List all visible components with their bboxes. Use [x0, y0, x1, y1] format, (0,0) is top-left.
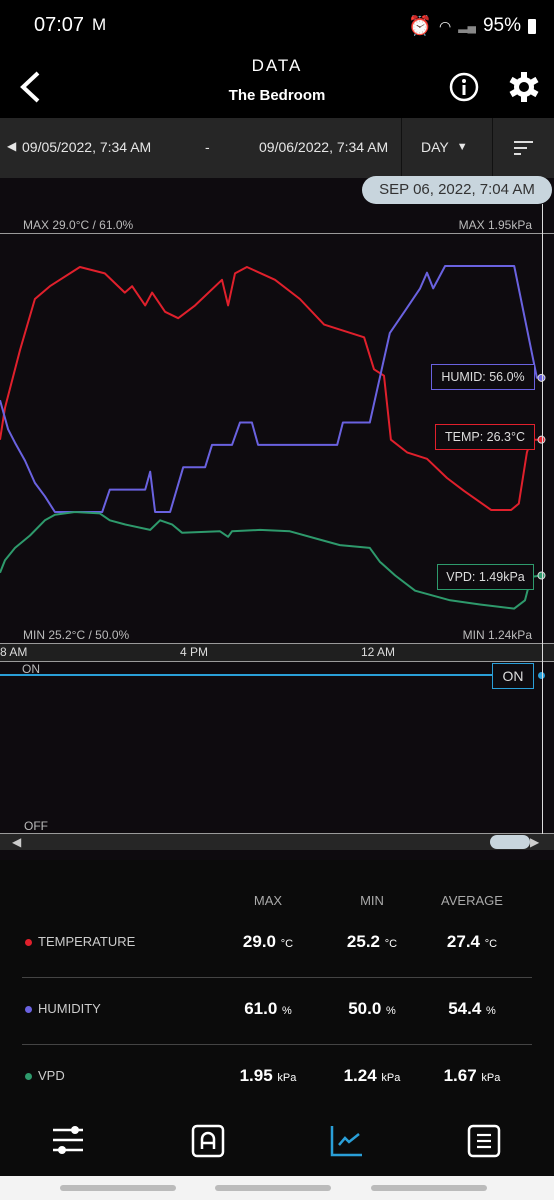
metric-name: VPD: [38, 1068, 65, 1083]
unit: %: [282, 1005, 292, 1017]
humidity-value-tag: HUMID: 56.0%: [431, 364, 535, 390]
unit: kPa: [381, 1072, 401, 1084]
row-divider: [22, 977, 532, 978]
info-icon[interactable]: [448, 71, 480, 103]
average-value: 1.67 kPa: [422, 1066, 522, 1086]
stats-row: VPD 1.95 kPa 1.24 kPa 1.67 kPa: [0, 1064, 554, 1094]
legend-dot: [25, 1073, 32, 1080]
temperature-value-tag: TEMP: 26.3°C: [435, 424, 535, 450]
unit: °C: [280, 938, 294, 950]
chart-icon[interactable]: [330, 1124, 364, 1158]
average-number: 27.4: [446, 932, 480, 951]
unit: kPa: [277, 1072, 297, 1084]
min-number: 25.2: [346, 932, 380, 951]
min-value: 25.2 °C: [322, 932, 422, 952]
scroll-left-icon[interactable]: ◀: [12, 835, 21, 849]
unit: °C: [484, 938, 498, 950]
wifi-icon: ◠: [439, 17, 452, 34]
switch-value-tag: ON: [492, 663, 534, 689]
unit: kPa: [481, 1072, 501, 1084]
max-value: 1.95 kPa: [218, 1066, 318, 1086]
max-value: 61.0 %: [218, 999, 318, 1019]
max-value: 29.0 °C: [218, 932, 318, 952]
x-tick-label: 4 PM: [180, 645, 209, 659]
unit: %: [386, 1005, 396, 1017]
average-number: 54.4: [448, 999, 482, 1018]
battery-text: 95%: [482, 15, 521, 36]
col-header-max: MAX: [253, 893, 283, 908]
metric-name: HUMIDITY: [38, 1001, 101, 1016]
signal-icon: ▂▄: [458, 19, 476, 33]
bottom-nav: [0, 1100, 554, 1176]
row-divider: [22, 1044, 532, 1045]
gmail-icon: M: [92, 15, 107, 34]
col-header-min: MIN: [360, 893, 384, 908]
status-icons: ⏰ ◠ ▂▄ 95%: [408, 14, 536, 38]
caret-down-icon: ▼: [456, 141, 468, 153]
unit: %: [486, 1005, 496, 1017]
col-header-average: AVERAGE: [441, 893, 503, 908]
prev-range-icon[interactable]: ◀: [7, 139, 16, 153]
gesture-pill[interactable]: [215, 1185, 331, 1191]
gear-icon[interactable]: [508, 71, 540, 103]
date-range-bar: ◀ 09/05/2022, 7:34 AM - 09/06/2022, 7:34…: [0, 118, 554, 178]
divider: [492, 118, 493, 178]
time-axis: 8 AM 4 PM 12 AM: [0, 644, 554, 661]
vpd-series-line: [0, 511, 542, 610]
off-label: OFF: [24, 819, 48, 833]
legend-dot: [25, 939, 32, 946]
gesture-pill[interactable]: [60, 1185, 176, 1191]
sort-icon[interactable]: [514, 140, 534, 156]
max-number: 61.0: [244, 999, 278, 1018]
gesture-bar: [0, 1176, 554, 1200]
status-bar: 07:07 M ⏰ ◠ ▂▄ 95%: [0, 0, 554, 50]
min-value: 1.24 kPa: [322, 1066, 422, 1086]
range-separator: -: [205, 139, 210, 155]
clock: 07:07: [34, 14, 85, 36]
stats-row: HUMIDITY 61.0 % 50.0 % 54.4 %: [0, 997, 554, 1027]
list-icon[interactable]: [467, 1124, 501, 1158]
min-number: 1.24: [343, 1066, 377, 1085]
gesture-pill[interactable]: [371, 1185, 487, 1191]
x-tick-label: 8 AM: [0, 645, 28, 659]
alarm-icon: ⏰: [408, 16, 433, 37]
min-value: 50.0 %: [322, 999, 422, 1019]
min-left-label: MIN 25.2°C / 50.0%: [23, 628, 130, 642]
average-value: 54.4 %: [422, 999, 522, 1019]
period-label: DAY: [421, 139, 449, 155]
range-start[interactable]: 09/05/2022, 7:34 AM: [22, 139, 151, 155]
average-number: 1.67: [443, 1066, 477, 1085]
battery-icon: [528, 18, 536, 34]
divider: [401, 118, 402, 178]
switch-state-line: [0, 674, 492, 676]
legend-dot: [25, 1006, 32, 1013]
min-number: 50.0: [348, 999, 382, 1018]
x-tick-label: 12 AM: [361, 645, 396, 659]
auto-mode-icon[interactable]: [191, 1124, 225, 1158]
vpd-value-tag: VPD: 1.49kPa: [437, 564, 534, 590]
period-dropdown[interactable]: DAY ▼: [421, 139, 468, 155]
metric-name: TEMPERATURE: [38, 934, 136, 949]
switch-top-line: [0, 661, 554, 662]
max-number: 29.0: [242, 932, 276, 951]
min-right-label: MIN 1.24kPa: [462, 628, 532, 642]
stats-table: MAX MIN AVERAGE TEMPERATURE 29.0 °C 25.2…: [0, 860, 554, 1100]
scroll-right-icon[interactable]: ▶: [530, 835, 539, 849]
max-left-label: MAX 29.0°C / 61.0%: [23, 218, 134, 232]
max-number: 1.95: [239, 1066, 273, 1085]
cursor-line[interactable]: [542, 204, 543, 834]
max-right-label: MAX 1.95kPa: [458, 218, 532, 232]
chart-scrollbar[interactable]: ◀ ▶: [0, 834, 554, 850]
cursor-time-tooltip: SEP 06, 2022, 7:04 AM: [362, 176, 552, 204]
range-end[interactable]: 09/06/2022, 7:34 AM: [259, 139, 388, 155]
unit: °C: [384, 938, 398, 950]
header: DATA The Bedroom: [0, 50, 554, 118]
sliders-icon[interactable]: [52, 1125, 86, 1157]
stats-row: TEMPERATURE 29.0 °C 25.2 °C 27.4 °C: [0, 930, 554, 960]
average-value: 27.4 °C: [422, 932, 522, 952]
scroll-thumb[interactable]: [490, 835, 530, 849]
